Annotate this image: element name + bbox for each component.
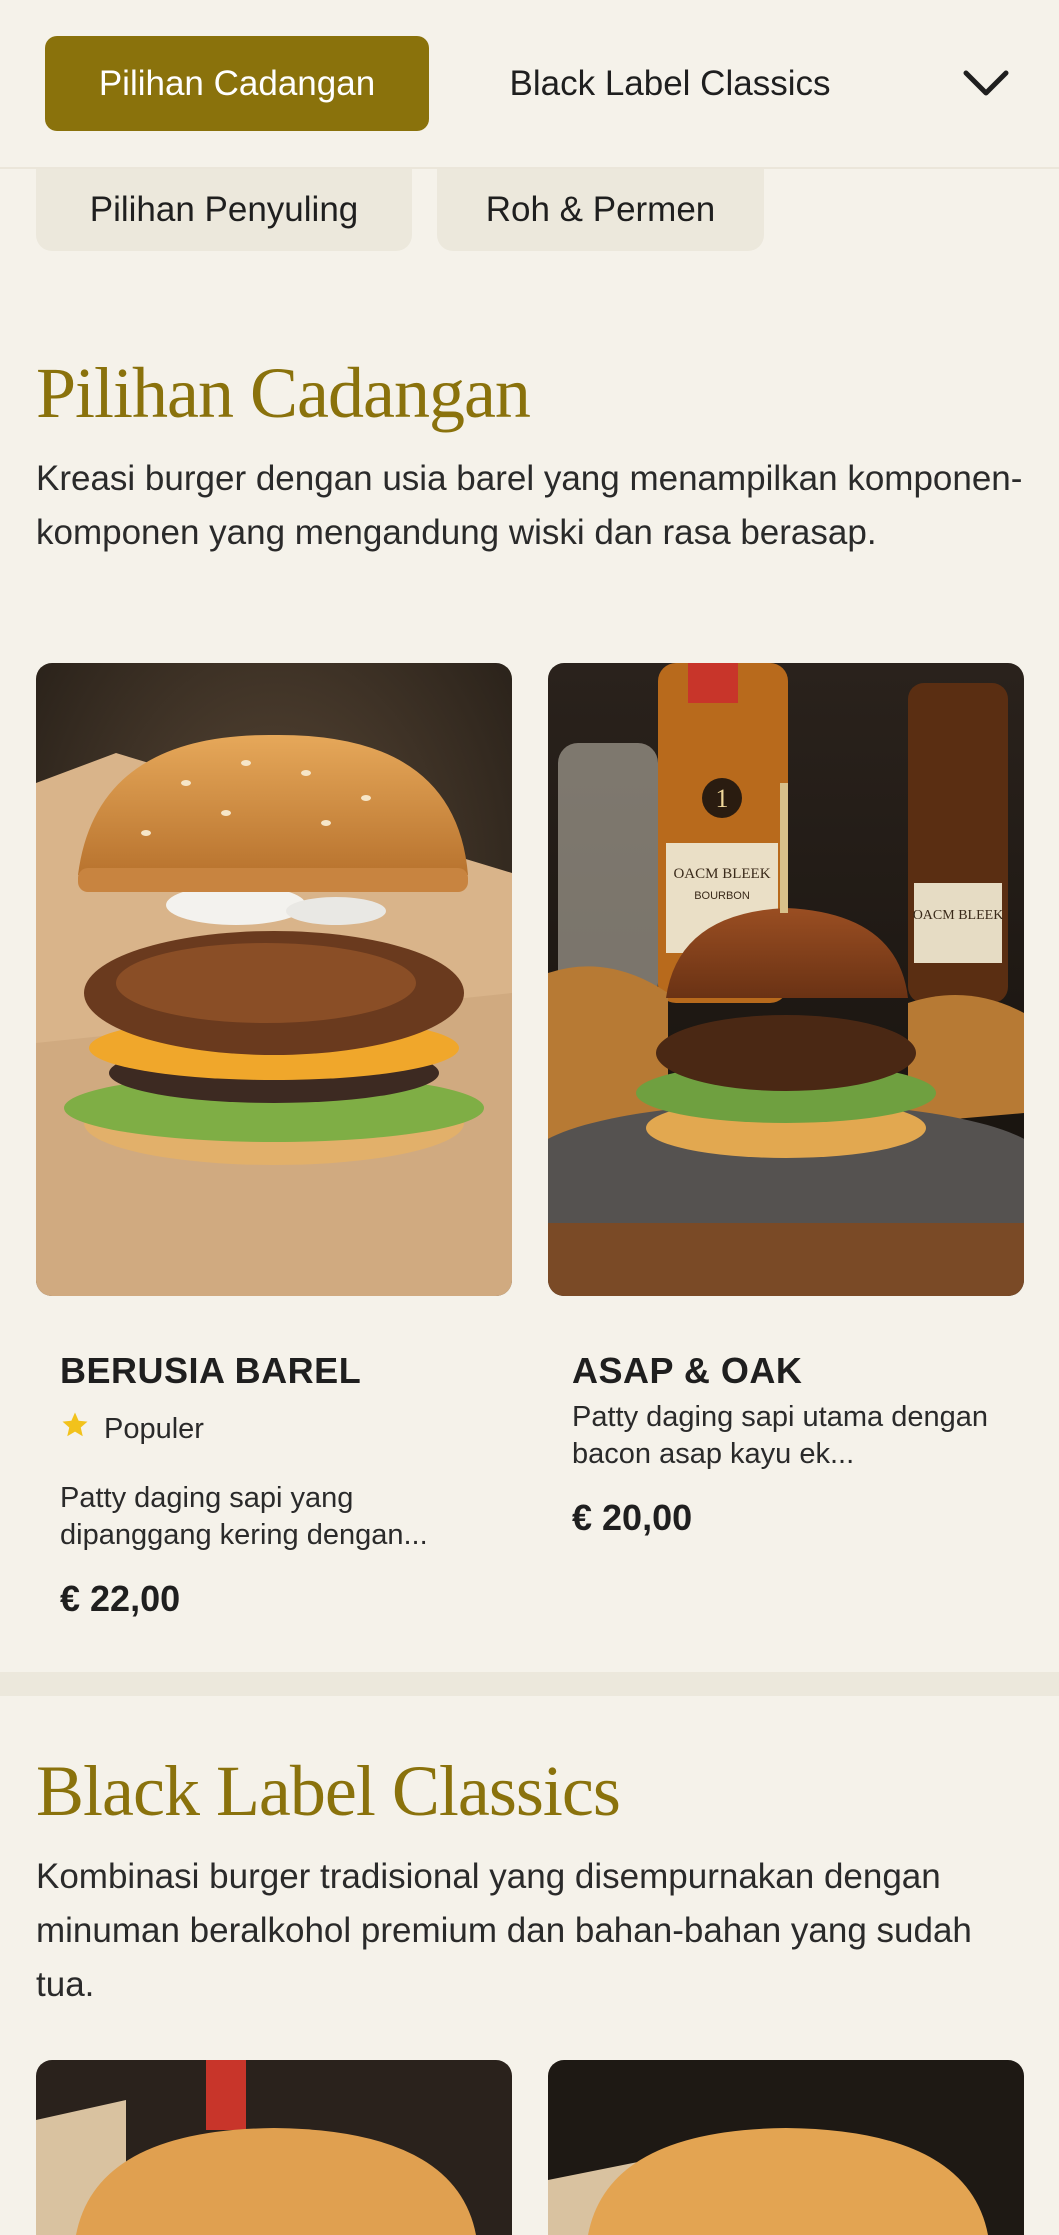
chevron-down-icon[interactable] bbox=[950, 50, 1022, 116]
menu-item-image[interactable] bbox=[548, 2060, 1024, 2235]
bottle-label-text: OACM BLEEK bbox=[913, 908, 1004, 923]
menu-item-price: € 22,00 bbox=[60, 1578, 181, 1619]
menu-item-name: ASAP & OAK bbox=[572, 1350, 803, 1391]
menu-item-name: BERUSIA BAREL bbox=[60, 1350, 362, 1391]
section-description: Kombinasi burger tradisional yang disemp… bbox=[36, 1857, 972, 2004]
status-badge: Populer bbox=[60, 1410, 204, 1448]
bottle-label-text: BOURBON bbox=[694, 890, 750, 902]
menu-item-image[interactable] bbox=[36, 663, 512, 1296]
section-divider bbox=[0, 1672, 1059, 1696]
chip-roh-permen[interactable]: Roh & Permen bbox=[437, 169, 764, 251]
menu-item-image[interactable]: 1 OACM BLEEK BOURBON OACM BLEEK bbox=[548, 663, 1024, 1296]
tab-pilihan-cadangan[interactable]: Pilihan Cadangan bbox=[45, 36, 429, 131]
star-icon bbox=[60, 1410, 90, 1448]
section-description: Kreasi burger dengan usia barel yang men… bbox=[36, 459, 1023, 552]
bottle-number: 1 bbox=[716, 784, 729, 813]
menu-item-price: € 20,00 bbox=[572, 1497, 693, 1538]
section-title: Pilihan Cadangan bbox=[36, 353, 531, 433]
tab-black-label-classics[interactable]: Black Label Classics bbox=[470, 36, 870, 131]
category-chip-row: Pilihan Penyuling Roh & Permen bbox=[0, 169, 1059, 253]
category-tab-bar: Pilihan Cadangan Black Label Classics bbox=[0, 0, 1059, 169]
badge-label: Populer bbox=[104, 1412, 204, 1445]
chip-pilihan-penyuling[interactable]: Pilihan Penyuling bbox=[36, 169, 412, 251]
menu-item-description: Patty daging sapi yang dipanggang kering… bbox=[60, 1482, 428, 1551]
menu-item-image[interactable] bbox=[36, 2060, 512, 2235]
section-title: Black Label Classics bbox=[36, 1751, 621, 1831]
menu-item-description: Patty daging sapi utama dengan bacon asa… bbox=[572, 1401, 988, 1470]
bottle-label-text: OACM BLEEK bbox=[673, 866, 770, 882]
